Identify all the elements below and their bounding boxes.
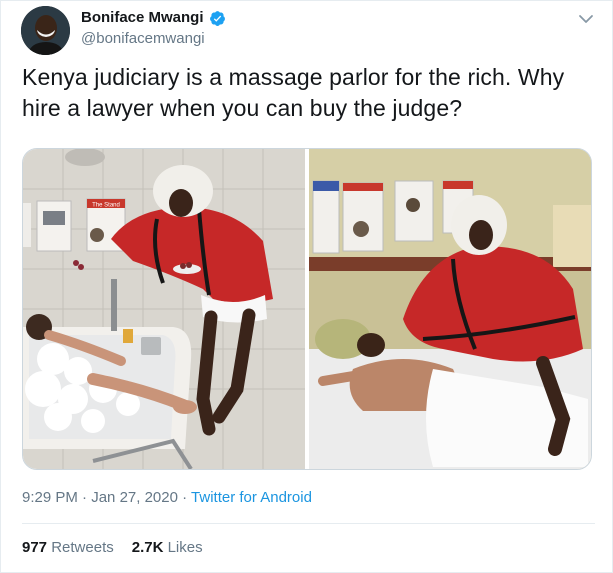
retweets-count: 977 <box>22 539 48 556</box>
likes-stat[interactable]: 2.7K Likes <box>132 537 203 559</box>
avatar[interactable] <box>21 6 70 55</box>
chevron-down-icon[interactable] <box>577 12 595 26</box>
meta-separator-2: · <box>182 489 188 506</box>
retweets-label: Retweets <box>51 539 114 556</box>
meta-separator-1: · <box>82 489 88 506</box>
tweet-date[interactable]: Jan 27, 2020 <box>91 489 178 506</box>
divider <box>22 523 595 524</box>
likes-label: Likes <box>167 539 203 556</box>
author-display-name[interactable]: Boniface Mwangi <box>81 9 204 27</box>
tweet-header: Boniface Mwangi @bonifacemwangi <box>21 6 595 56</box>
author-handle[interactable]: @bonifacemwangi <box>81 29 226 49</box>
author-name-row[interactable]: Boniface Mwangi <box>81 9 226 27</box>
verified-badge-icon <box>209 10 225 26</box>
newspaper-masthead-text: The Stand <box>92 203 120 209</box>
tweet-source-link[interactable]: Twitter for Android <box>191 489 312 506</box>
retweets-stat[interactable]: 977 Retweets <box>22 537 114 559</box>
tweet-meta: 9:29 PM · Jan 27, 2020 · Twitter for And… <box>22 488 312 508</box>
likes-count: 2.7K <box>131 539 164 556</box>
media-photo-left[interactable]: The Stand <box>23 149 305 469</box>
tweet-text: Kenya judiciary is a massage parlor for … <box>22 64 565 121</box>
tweet-media[interactable]: The Stand <box>22 148 592 470</box>
tweet-stats: 977 Retweets 2.7K Likes <box>22 537 203 559</box>
media-photo-right[interactable] <box>309 149 591 469</box>
tweet-time[interactable]: 9:29 PM <box>22 489 78 506</box>
